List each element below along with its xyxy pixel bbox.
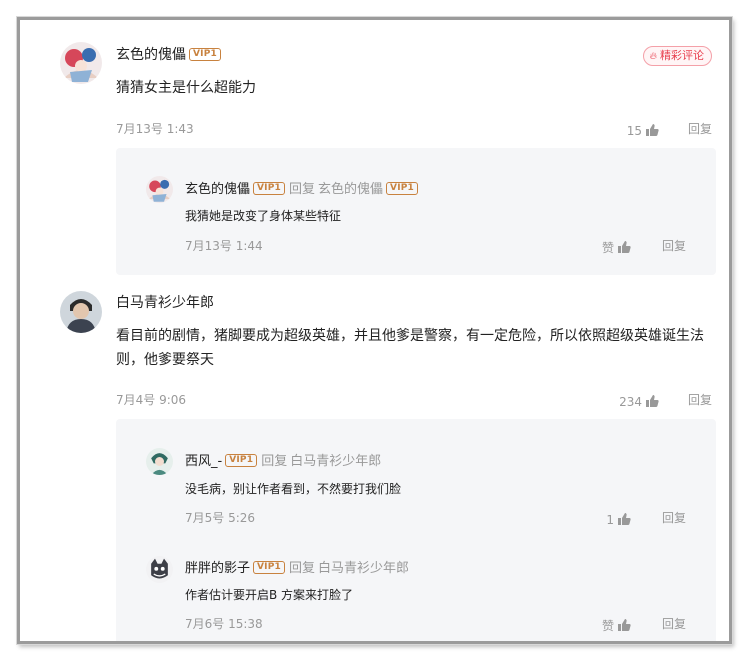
reply-header: 胖胖的影子 VIP1 回复 白马青衫少年郎	[185, 557, 409, 576]
reply-content: 我猜她是改变了身体某些特征	[185, 209, 342, 223]
like-button[interactable]: 赞	[602, 615, 631, 634]
like-button[interactable]: 1	[606, 509, 631, 528]
comment-date: 7月13号 1:43	[116, 122, 194, 136]
username[interactable]: 玄色的傀儡	[116, 47, 186, 63]
reply-button[interactable]: 回复	[662, 509, 686, 526]
username[interactable]: 胖胖的影子	[185, 561, 250, 576]
comment-content: 看目前的剧情，猪脚要成为超级英雄，并且他爹是警察，有一定危险，所以依照超级英雄诞…	[116, 324, 716, 372]
reply-button[interactable]: 回复	[662, 237, 686, 254]
thumbs-up-icon	[646, 395, 659, 407]
reply-button[interactable]: 回复	[688, 391, 712, 408]
featured-comment-badge: 🔥︎ 精彩评论	[642, 46, 712, 66]
reply-target-username[interactable]: 白马青衫少年郎	[290, 454, 381, 469]
avatar[interactable]	[60, 291, 102, 333]
comment-date: 7月4号 9:06	[116, 393, 187, 407]
vip-badge: VIP1	[225, 454, 258, 467]
comment-content-line: 则，他爹要祭天	[116, 352, 214, 368]
like-button[interactable]: 赞	[602, 237, 631, 256]
reply-target-username[interactable]: 玄色的傀儡	[318, 182, 383, 197]
like-count: 赞	[601, 241, 614, 255]
thumbs-up-icon	[618, 513, 631, 525]
like-count: 234	[619, 395, 642, 409]
like-count: 赞	[601, 619, 614, 633]
thumbs-up-icon	[646, 124, 659, 136]
reply-date: 7月5号 5:26	[185, 511, 256, 525]
comment-content-line: 看目前的剧情，猪脚要成为超级英雄，并且他爹是警察，有一定危险，所以依照超级英雄诞…	[116, 328, 704, 344]
vip-badge: VIP1	[189, 48, 221, 61]
badge-label: 精彩评论	[660, 49, 704, 62]
like-button[interactable]: 234	[619, 391, 659, 410]
comment-panel: 玄色的傀儡 VIP1 🔥︎ 精彩评论 猜猜女主是什么超能力 7月13号 1:43 1…	[17, 17, 732, 644]
reply-box: 西风_- VIP1 回复 白马青衫少年郎 没毛病，别让作者看到，不然要打我们脸 7月5…	[116, 419, 716, 641]
avatar[interactable]	[146, 448, 173, 475]
reply-header: 西风_- VIP1 回复 白马青衫少年郎	[185, 450, 381, 469]
reply-button[interactable]: 回复	[688, 120, 712, 137]
reply-date: 7月13号 1:44	[185, 239, 263, 253]
avatar[interactable]	[146, 556, 173, 583]
flame-icon: 🔥︎	[649, 51, 657, 62]
reply-button[interactable]: 回复	[662, 615, 686, 632]
username[interactable]: 西风_-	[185, 454, 222, 469]
reply-word: 回复	[289, 182, 316, 197]
reply-content: 没毛病，别让作者看到，不然要打我们脸	[185, 482, 402, 496]
avatar[interactable]	[146, 176, 173, 203]
vip-badge: VIP1	[253, 182, 285, 195]
reply-header: 玄色的傀儡 VIP1 回复 玄色的傀儡 VIP1	[185, 178, 419, 197]
like-count: 15	[626, 124, 642, 138]
vip-badge: VIP1	[253, 561, 285, 574]
like-button[interactable]: 15	[627, 120, 659, 139]
username[interactable]: 玄色的傀儡	[185, 182, 250, 197]
avatar[interactable]	[60, 42, 102, 84]
reply-date: 7月6号 15:38	[185, 617, 263, 631]
thumbs-up-icon	[618, 241, 631, 253]
username[interactable]: 白马青衫少年郎	[116, 292, 214, 312]
vip-badge: VIP1	[386, 182, 419, 195]
like-count: 1	[606, 513, 614, 527]
comment-header: 玄色的傀儡 VIP1	[116, 44, 221, 64]
reply-word: 回复	[289, 561, 316, 576]
comment-content: 猜猜女主是什么超能力	[116, 80, 256, 96]
reply-content: 作者估计要开启B 方案来打脸了	[185, 588, 354, 602]
reply-target-username[interactable]: 白马青衫少年郎	[318, 561, 409, 576]
reply-box: 玄色的傀儡 VIP1 回复 玄色的傀儡 VIP1 我猜她是改变了身体某些特征 7月13号…	[116, 148, 716, 275]
thumbs-up-icon	[618, 619, 631, 631]
reply-word: 回复	[261, 454, 288, 469]
